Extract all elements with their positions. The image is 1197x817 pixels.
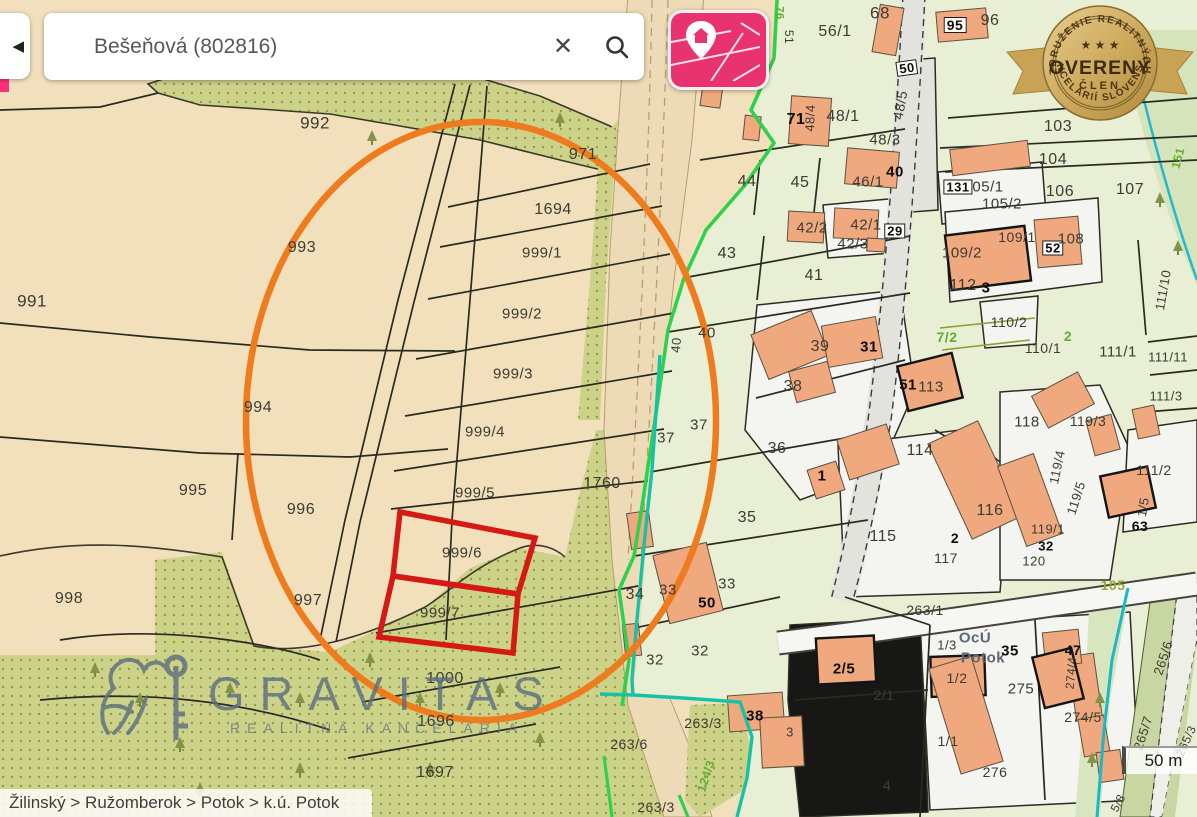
building (821, 317, 882, 368)
building (845, 148, 900, 188)
building (945, 226, 1031, 290)
search-bar: ✕ (44, 13, 644, 80)
building (788, 96, 831, 147)
building (1100, 466, 1156, 517)
building (833, 208, 879, 240)
cadastral-map-app: 9919929939949959969979989711694999/1999/… (0, 0, 1197, 817)
scale-label: 50 m (1145, 751, 1183, 771)
map-style-button[interactable] (668, 10, 769, 90)
building (787, 211, 825, 243)
scale-bar: 50 m (1122, 746, 1197, 774)
building (760, 716, 805, 768)
breadcrumb-text: Žilinský > Ružomberok > Potok > k.ú. Pot… (9, 793, 339, 813)
clear-search-button[interactable]: ✕ (536, 20, 590, 74)
search-input[interactable] (92, 34, 536, 60)
back-arrow-icon: ◀ (12, 37, 24, 55)
cadastral-map[interactable] (0, 0, 1197, 817)
map-with-location-pin-icon (671, 13, 760, 81)
building (816, 636, 876, 685)
building (867, 238, 886, 252)
building (936, 8, 988, 42)
search-icon[interactable] (590, 20, 644, 74)
back-button[interactable]: ◀ (0, 13, 30, 79)
building (1034, 216, 1082, 268)
breadcrumb[interactable]: Žilinský > Ružomberok > Potok > k.ú. Pot… (0, 789, 372, 817)
